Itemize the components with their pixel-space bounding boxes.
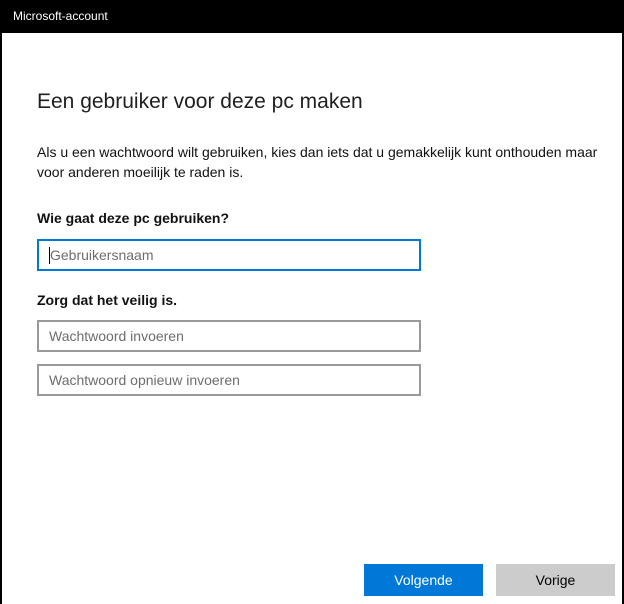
back-button[interactable]: Vorige xyxy=(496,564,615,596)
page-title: Een gebruiker voor deze pc maken xyxy=(37,90,363,113)
who-section-label: Wie gaat deze pc gebruiken? xyxy=(37,210,230,226)
password-input[interactable] xyxy=(37,320,421,352)
password-repeat-input[interactable] xyxy=(37,364,421,396)
username-input[interactable] xyxy=(37,239,421,271)
dialog-content: Een gebruiker voor deze pc maken Als u e… xyxy=(2,33,622,604)
page-description: Als u een wachtwoord wilt gebruiken, kie… xyxy=(37,144,598,180)
window-title: Microsoft-account xyxy=(13,9,108,23)
text-caret xyxy=(49,247,50,264)
next-button[interactable]: Volgende xyxy=(364,564,483,596)
title-bar[interactable]: Microsoft-account xyxy=(0,0,624,33)
microsoft-account-window: Microsoft-account Een gebruiker voor dez… xyxy=(0,0,624,604)
security-section-label: Zorg dat het veilig is. xyxy=(37,292,178,308)
